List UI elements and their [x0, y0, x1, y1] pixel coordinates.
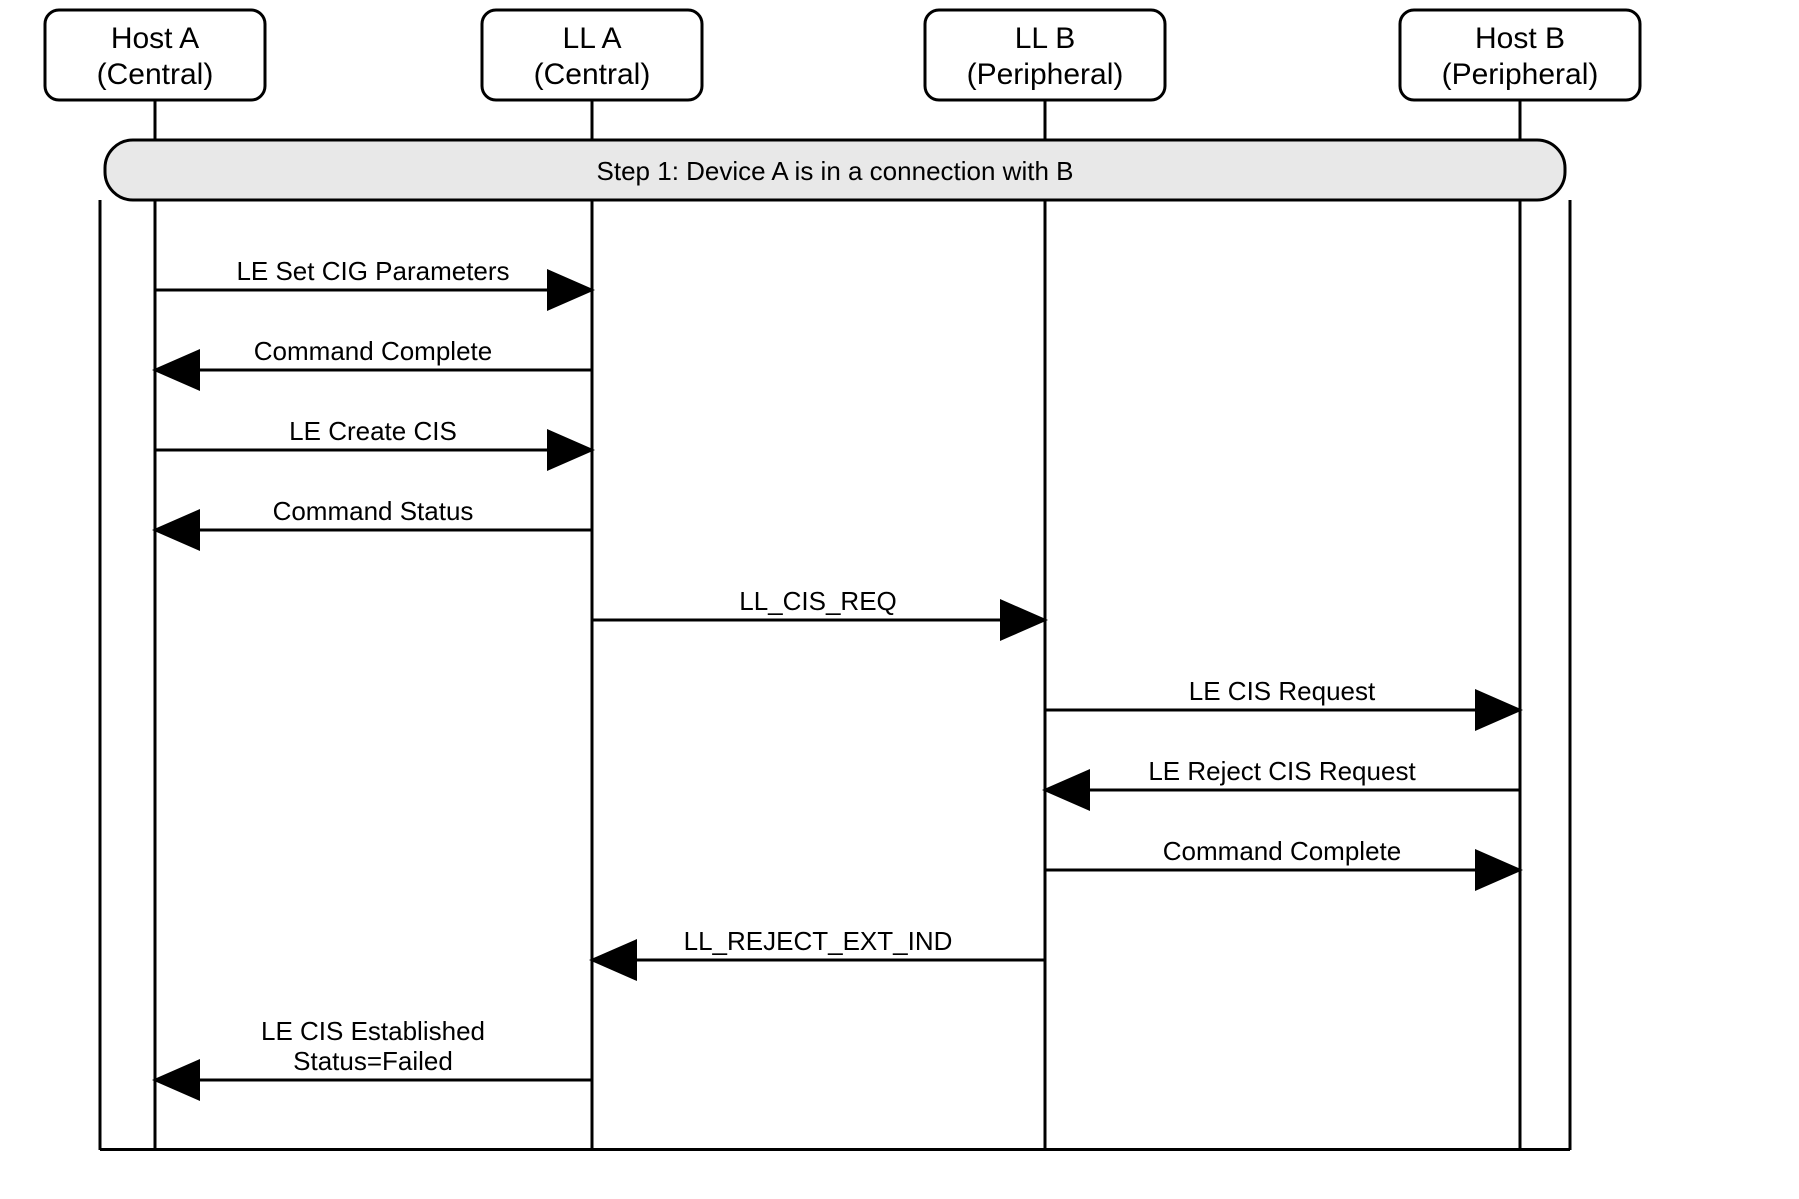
- msg-label: Command Complete: [1163, 836, 1401, 866]
- sequence-diagram: Host A (Central) LL A (Central) LL B (Pe…: [0, 0, 1799, 1199]
- step-note: Step 1: Device A is in a connection with…: [105, 140, 1565, 200]
- msg-label: LE CIS Request: [1189, 676, 1376, 706]
- msg-label: LL_CIS_REQ: [739, 586, 897, 616]
- msg-command-complete-1: Command Complete: [155, 336, 592, 370]
- msg-sublabel: Status=Failed: [293, 1046, 453, 1076]
- msg-le-set-cig-parameters: LE Set CIG Parameters: [155, 256, 592, 290]
- msg-label: Command Complete: [254, 336, 492, 366]
- msg-ll-cis-req: LL_CIS_REQ: [592, 586, 1045, 620]
- msg-command-complete-2: Command Complete: [1045, 836, 1520, 870]
- msg-label: LL_REJECT_EXT_IND: [684, 926, 953, 956]
- lifeline-label: Host B: [1475, 22, 1565, 55]
- msg-label: LE Set CIG Parameters: [236, 256, 509, 286]
- msg-label: Command Status: [273, 496, 474, 526]
- lifeline-label: LL A: [563, 22, 622, 55]
- msg-le-cis-request: LE CIS Request: [1045, 676, 1520, 710]
- lifeline-sublabel: (Peripheral): [967, 58, 1124, 91]
- msg-le-cis-established: LE CIS Established Status=Failed: [155, 1016, 592, 1080]
- lifeline-sublabel: (Peripheral): [1442, 58, 1599, 91]
- lifeline-sublabel: (Central): [534, 58, 651, 91]
- msg-label: LE Create CIS: [289, 416, 457, 446]
- msg-le-create-cis: LE Create CIS: [155, 416, 592, 450]
- msg-le-reject-cis-request: LE Reject CIS Request: [1045, 756, 1520, 790]
- msg-command-status: Command Status: [155, 496, 592, 530]
- lifeline-label: LL B: [1015, 22, 1076, 55]
- lifeline-label: Host A: [111, 22, 199, 55]
- diagram-frame: [100, 1148, 1570, 1151]
- lifeline-sublabel: (Central): [97, 58, 214, 91]
- step-label: Step 1: Device A is in a connection with…: [597, 156, 1074, 186]
- msg-label: LE CIS Established: [261, 1016, 485, 1046]
- msg-ll-reject-ext-ind: LL_REJECT_EXT_IND: [592, 926, 1045, 960]
- msg-label: LE Reject CIS Request: [1148, 756, 1416, 786]
